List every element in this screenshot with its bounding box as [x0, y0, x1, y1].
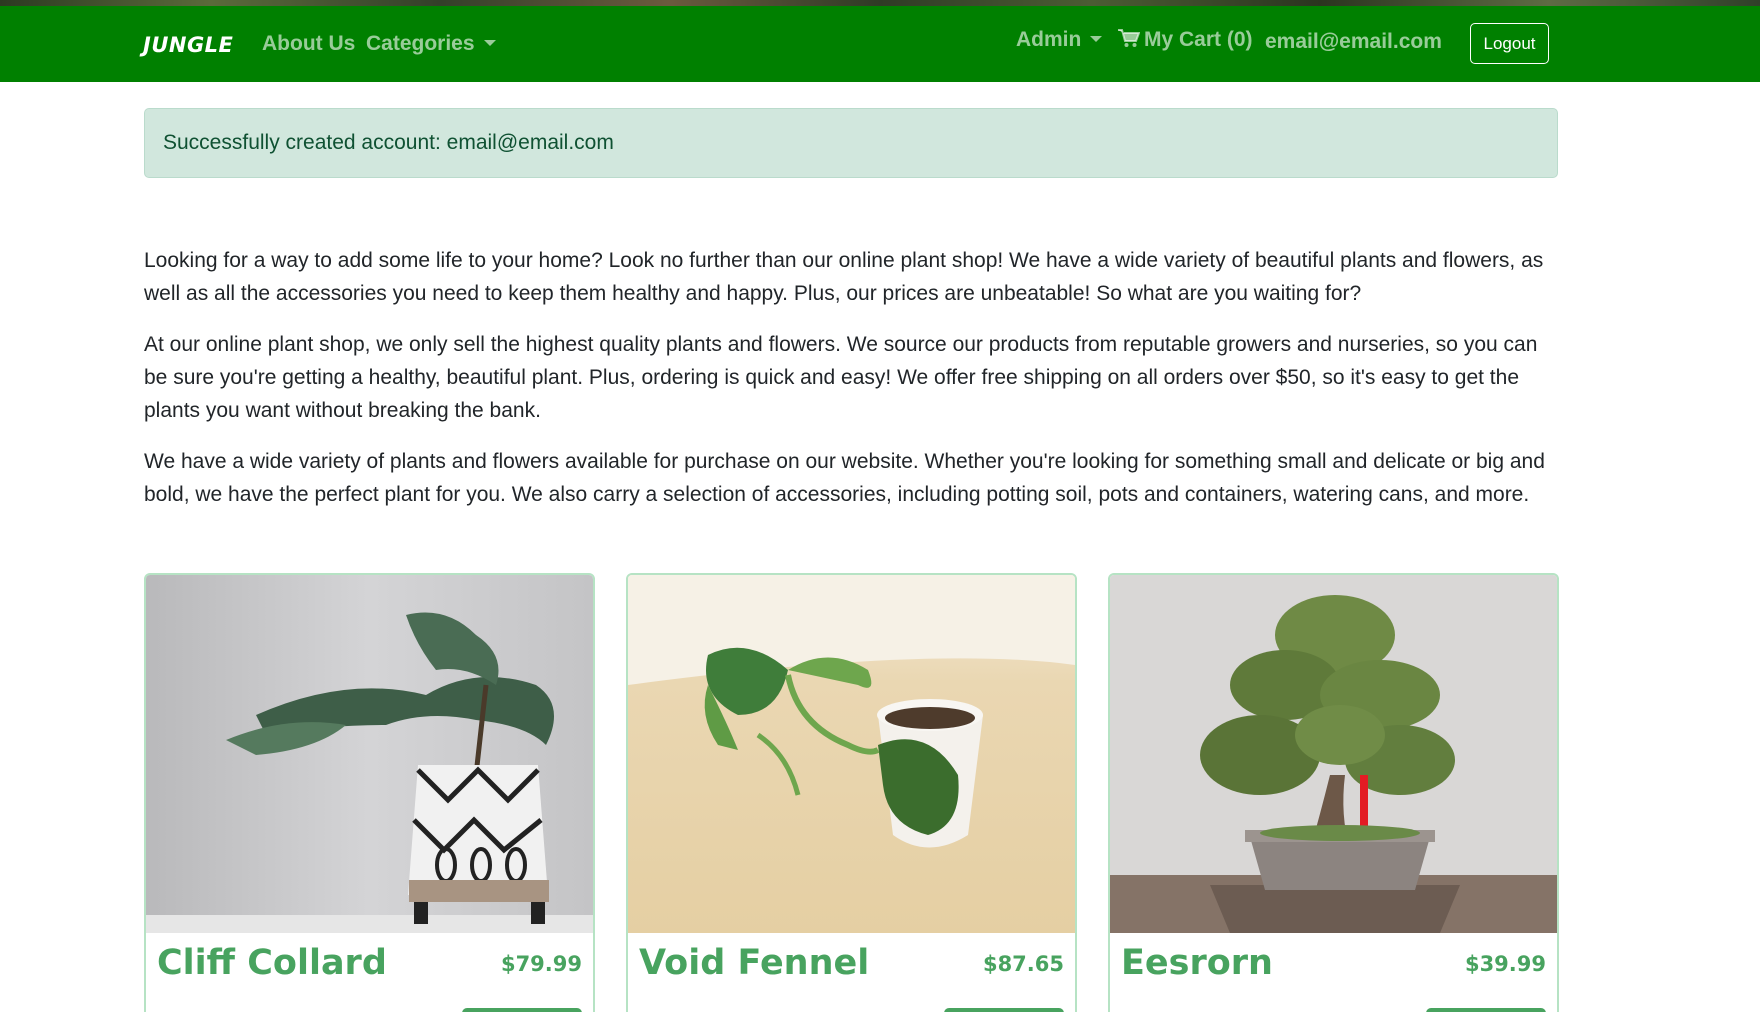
alert-message: Successfully created account: email@emai…	[163, 131, 614, 154]
intro-paragraph-2: At our online plant shop, we only sell t…	[144, 333, 1538, 422]
product-image[interactable]	[628, 575, 1075, 933]
product-price: $87.65	[982, 952, 1064, 976]
product-card[interactable]: Eesrorn $39.99	[1108, 573, 1559, 1012]
logout-button[interactable]: Logout	[1470, 23, 1549, 64]
product-price: $39.99	[1464, 952, 1546, 976]
add-to-cart-button[interactable]	[1426, 1008, 1546, 1012]
intro-paragraph-3: We have a wide variety of plants and flo…	[144, 450, 1545, 506]
nav-about-us[interactable]: About Us	[262, 32, 355, 56]
product-card[interactable]: Void Fennel $87.65	[626, 573, 1077, 1012]
intro-section: Looking for a way to add some life to yo…	[144, 244, 1560, 529]
nav-categories-dropdown[interactable]: Categories	[366, 32, 496, 56]
product-name[interactable]: Void Fennel	[639, 943, 869, 983]
shopping-cart-icon	[1118, 29, 1140, 47]
nav-my-cart-label: My Cart (0)	[1144, 28, 1253, 51]
nav-my-cart[interactable]: My Cart (0)	[1118, 28, 1253, 52]
product-card[interactable]: Cliff Collard $79.99	[144, 573, 595, 1012]
chevron-down-icon	[1090, 36, 1103, 42]
product-name[interactable]: Cliff Collard	[157, 943, 387, 983]
success-alert: Successfully created account: email@emai…	[144, 108, 1558, 178]
add-to-cart-button[interactable]	[462, 1008, 582, 1012]
nav-admin-dropdown[interactable]: Admin	[1016, 28, 1103, 52]
nav-user-email[interactable]: email@email.com	[1265, 30, 1442, 54]
product-image[interactable]	[146, 575, 593, 933]
product-image[interactable]	[1110, 575, 1557, 933]
intro-paragraph-1: Looking for a way to add some life to yo…	[144, 249, 1544, 305]
navbar: JUNGLE About Us Categories Admin My Cart…	[0, 6, 1760, 82]
product-name[interactable]: Eesrorn	[1121, 943, 1273, 983]
brand-logo[interactable]: JUNGLE	[143, 33, 233, 57]
add-to-cart-button[interactable]	[944, 1008, 1064, 1012]
chevron-down-icon	[483, 40, 496, 46]
nav-admin-label: Admin	[1016, 28, 1082, 51]
nav-categories-label: Categories	[366, 32, 475, 55]
product-price: $79.99	[500, 952, 582, 976]
